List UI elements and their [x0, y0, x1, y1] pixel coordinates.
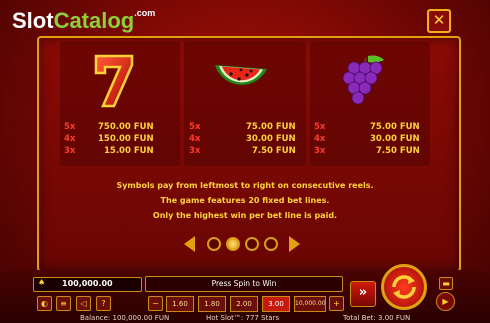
- logo-suffix: .com: [134, 8, 156, 18]
- prev-page-arrow-icon[interactable]: [184, 236, 195, 252]
- speaker-icon: ◐: [41, 299, 48, 308]
- pay-amount: 75.00 FUN: [370, 122, 420, 132]
- pay-multiplier: 3x: [64, 146, 76, 156]
- close-icon: ✕: [432, 11, 446, 29]
- turbo-icon: »: [358, 285, 368, 300]
- bet-option[interactable]: 1.80: [198, 296, 226, 312]
- message-text: Press Spin to Win: [211, 279, 277, 288]
- menu-button[interactable]: ≡: [56, 296, 71, 311]
- volume-button[interactable]: ◁: [76, 296, 91, 311]
- page-dot-2-active[interactable]: [226, 237, 240, 251]
- balance-value: 100,000.00: [62, 279, 113, 288]
- pay-amount: 75.00 FUN: [246, 122, 296, 132]
- status-balance: Balance: 100,000.00 FUN: [80, 314, 170, 322]
- pay-multiplier: 3x: [314, 146, 326, 156]
- help-button[interactable]: ?: [96, 296, 111, 311]
- message-panel: Press Spin to Win: [145, 276, 343, 292]
- bet-option[interactable]: 1.60: [166, 296, 194, 312]
- page-dot-1[interactable]: [207, 237, 221, 251]
- play-icon: ▶: [442, 297, 449, 306]
- bet-plus-button[interactable]: +: [329, 296, 344, 311]
- close-button[interactable]: ✕: [427, 9, 451, 33]
- grapes-icon: [342, 55, 384, 105]
- info-line: Only the highest win per bet line is pai…: [152, 211, 338, 220]
- bet-option[interactable]: 2.00: [230, 296, 258, 312]
- pay-amount: 30.00 FUN: [370, 134, 420, 144]
- spin-button[interactable]: [381, 264, 427, 310]
- spin-arrows-icon: [392, 275, 416, 299]
- info-line: The game features 20 fixed bet lines.: [160, 196, 330, 205]
- autoplay-menu-button[interactable]: ▬: [439, 277, 453, 290]
- pay-amount: 7.50 FUN: [376, 146, 420, 156]
- pay-amount: 30.00 FUN: [246, 134, 296, 144]
- page-dot-3[interactable]: [245, 237, 259, 251]
- pay-amount: 750.00 FUN: [98, 122, 154, 132]
- sound-button[interactable]: ◐: [37, 296, 52, 311]
- coin-icon: ♠: [38, 278, 46, 287]
- stack-icon: ▬: [442, 279, 450, 288]
- status-total-bet: Total Bet: 3.00 FUN: [343, 314, 411, 322]
- bet-minus-button[interactable]: −: [148, 296, 163, 311]
- info-line: Symbols pay from leftmost to right on co…: [116, 181, 374, 190]
- menu-icon: ≡: [60, 299, 67, 308]
- pay-multiplier: 5x: [314, 122, 326, 132]
- logo-slot: Slot: [12, 8, 54, 33]
- next-page-arrow-icon[interactable]: [289, 236, 300, 252]
- page-dot-4[interactable]: [264, 237, 278, 251]
- pay-multiplier: 5x: [64, 122, 76, 132]
- pay-amount: 7.50 FUN: [252, 146, 296, 156]
- seven-icon: [94, 54, 134, 108]
- status-game-title: Hot Slot™: 777 Stars: [206, 314, 280, 322]
- pay-multiplier: 4x: [64, 134, 76, 144]
- bet-option-selected[interactable]: 3.00: [262, 296, 290, 312]
- pay-amount: 15.00 FUN: [104, 146, 154, 156]
- pay-amount: 150.00 FUN: [98, 134, 154, 144]
- pay-multiplier: 4x: [189, 134, 201, 144]
- logo-catalog: Catalog: [53, 8, 135, 33]
- pay-multiplier: 3x: [189, 146, 201, 156]
- watermelon-icon: [215, 65, 267, 85]
- autoplay-button[interactable]: ▶: [436, 292, 455, 311]
- volume-icon: ◁: [80, 299, 87, 308]
- bet-option[interactable]: 10,000.00: [294, 296, 326, 312]
- pay-multiplier: 4x: [314, 134, 326, 144]
- turbo-button[interactable]: »: [350, 281, 376, 307]
- slotcatalog-logo: SlotCatalog.com: [12, 8, 155, 38]
- pay-multiplier: 5x: [189, 122, 201, 132]
- balance-display: ♠ 100,000.00: [33, 277, 142, 292]
